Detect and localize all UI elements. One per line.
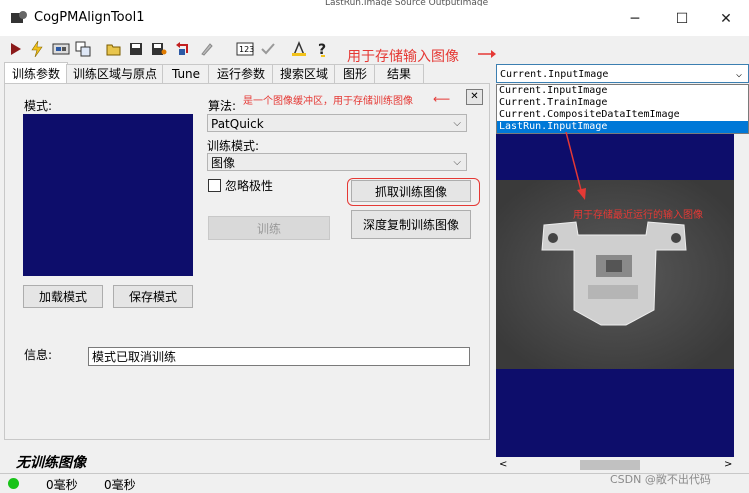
graphic-icon[interactable] [290, 40, 308, 58]
annotation-left-arrow-icon: ⟵ [433, 92, 451, 106]
maximize-button[interactable]: ☐ [659, 6, 705, 32]
tab-graphics[interactable]: 图形 [334, 64, 376, 84]
save-as-icon[interactable] [150, 40, 168, 58]
algorithm-value: PatQuick [211, 117, 264, 131]
tab-train-params[interactable]: 训练参数 [4, 62, 68, 85]
svg-text:123: 123 [239, 45, 254, 54]
check-icon[interactable] [259, 40, 277, 58]
tab-train-region[interactable]: 训练区域与原点 [66, 64, 164, 84]
edit-icon[interactable] [198, 40, 216, 58]
image-option-current-train[interactable]: Current.TrainImage [497, 97, 748, 109]
info-field: 模式已取消训练 [88, 347, 470, 366]
model-image-view [23, 114, 193, 276]
chevron-down-icon: ⌵ [735, 69, 742, 80]
algorithm-label: 算法: [208, 99, 237, 113]
tab-search-region[interactable]: 搜索区域 [272, 64, 336, 84]
train-mode-value: 图像 [211, 156, 236, 170]
reset-icon[interactable] [174, 40, 192, 58]
image-source-value: Current.InputImage [500, 69, 609, 80]
save-icon[interactable] [127, 40, 145, 58]
algorithm-select[interactable]: PatQuick ⌵ [207, 114, 467, 132]
app-icon [10, 10, 28, 26]
no-train-image-label: 无训练图像 [16, 455, 86, 471]
lightning-icon[interactable] [28, 40, 46, 58]
grab-button-highlight [347, 178, 480, 206]
train-mode-label: 训练模式: [207, 139, 260, 153]
display-annotation: 用于存储最近运行的输入图像 [573, 210, 703, 221]
ignore-polarity-checkbox[interactable] [208, 179, 221, 192]
collapse-button[interactable]: ✕ [466, 89, 483, 105]
toolbar-annotation: 用于存储输入图像 [347, 49, 459, 65]
annotation-arrow-icon [560, 131, 590, 202]
image-source-select[interactable]: Current.InputImage ⌵ [496, 64, 749, 83]
tab-results[interactable]: 结果 [374, 64, 424, 84]
image-switch-icon[interactable] [52, 40, 70, 58]
load-model-button[interactable]: 加载模式 [23, 285, 103, 308]
tab-tune[interactable]: Tune [162, 64, 210, 84]
status-time-2: 0毫秒 [104, 478, 136, 492]
run-icon[interactable] [7, 40, 25, 58]
status-time-1: 0毫秒 [46, 478, 78, 492]
buffer-annotation: 是一个图像缓冲区，用于存储训练图像 [243, 96, 413, 107]
open-icon[interactable] [105, 40, 123, 58]
status-indicator-icon [8, 478, 19, 489]
model-label: 模式: [24, 99, 53, 113]
train-button[interactable]: 训练 [208, 216, 330, 240]
watermark: CSDN @敞不出代码 [610, 473, 711, 486]
ignore-polarity-label: 忽略极性 [225, 179, 274, 193]
numeric-icon[interactable]: 123 [236, 40, 254, 58]
chevron-down-icon: ⌵ [453, 118, 461, 129]
help-icon[interactable]: ? [314, 40, 332, 58]
image-option-lastrun-input[interactable]: LastRun.InputImage [497, 121, 748, 133]
image-display[interactable] [496, 134, 734, 457]
close-button[interactable]: ✕ [703, 6, 749, 32]
image-option-current-input[interactable]: Current.InputImage [497, 85, 748, 97]
save-model-button[interactable]: 保存模式 [113, 285, 193, 308]
train-mode-select[interactable]: 图像 ⌵ [207, 153, 467, 171]
minimize-button[interactable]: ─ [612, 6, 658, 32]
info-label: 信息: [24, 348, 53, 362]
scroll-left-icon[interactable]: < [499, 459, 507, 470]
background-window-strip: LastRun.Image Source OutputImage [325, 0, 489, 6]
vertical-scrollbar[interactable] [734, 134, 749, 457]
image-option-composite[interactable]: Current.CompositeDataItemImage [497, 109, 748, 121]
tab-run-params[interactable]: 运行参数 [208, 64, 274, 84]
horizontal-scroll-thumb[interactable] [580, 460, 640, 470]
copy-icon[interactable] [74, 40, 92, 58]
annotation-arrow-icon [478, 48, 496, 58]
chevron-down-icon: ⌵ [453, 157, 461, 168]
svg-text:?: ? [318, 42, 326, 57]
deep-copy-train-image-button[interactable]: 深度复制训练图像 [351, 210, 471, 239]
scroll-right-icon[interactable]: > [724, 459, 732, 470]
window-title: CogPMAlignTool1 [34, 10, 145, 25]
image-source-dropdown: Current.InputImage Current.TrainImage Cu… [496, 84, 749, 134]
